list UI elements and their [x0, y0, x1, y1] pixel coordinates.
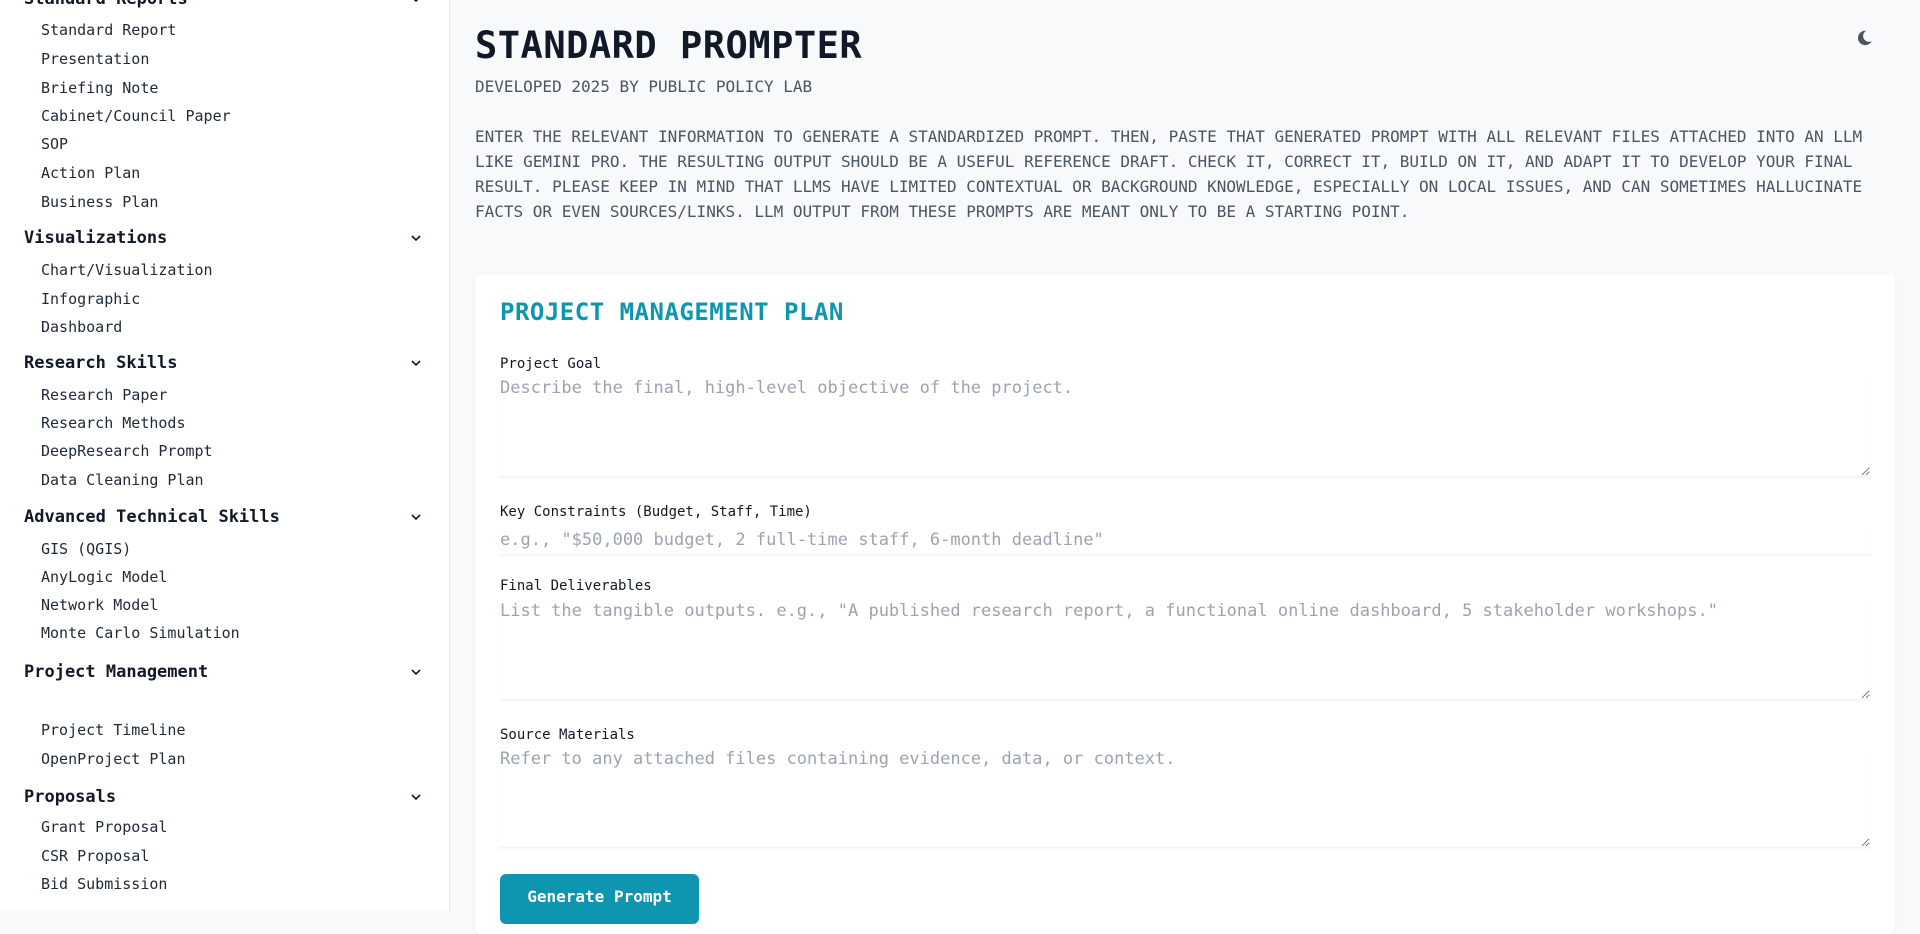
sidebar-item-data-cleaning-plan[interactable]: Data Cleaning Plan — [41, 470, 204, 490]
sidebar-item-monte-carlo-simulation[interactable]: Monte Carlo Simulation — [41, 623, 240, 643]
sidebar-item-cabinet-council-paper[interactable]: Cabinet/Council Paper — [41, 106, 231, 126]
section-title: Project Management — [24, 662, 209, 682]
section-proposals[interactable]: Proposals — [24, 784, 422, 810]
chevron-down-icon — [410, 791, 422, 803]
key-constraints-label: Key Constraints (Budget, Staff, Time) — [500, 504, 812, 520]
sidebar-item-business-plan[interactable]: Business Plan — [41, 192, 158, 212]
section-title: Visualizations — [24, 228, 168, 248]
chevron-down-icon — [410, 357, 422, 369]
form-title: PROJECT MANAGEMENT PLAN — [500, 298, 844, 326]
sidebar-item-bid-submission[interactable]: Bid Submission — [41, 874, 167, 894]
moon-icon[interactable] — [1852, 26, 1876, 50]
sidebar-item-infographic[interactable]: Infographic — [41, 289, 140, 309]
section-advanced-technical-skills[interactable]: Advanced Technical Skills — [24, 504, 422, 530]
section-title: Advanced Technical Skills — [24, 507, 280, 527]
sidebar-item-gis-qgis[interactable]: GIS (QGIS) — [41, 539, 131, 559]
page-title: STANDARD PROMPTER — [475, 24, 863, 67]
sidebar-item-briefing-note[interactable]: Briefing Note — [41, 78, 158, 98]
chevron-down-icon — [410, 666, 422, 678]
final-deliverables-input[interactable] — [500, 601, 1870, 700]
sidebar-item-research-methods[interactable]: Research Methods — [41, 413, 186, 433]
intro-text: ENTER THE RELEVANT INFORMATION TO GENERA… — [475, 127, 1863, 221]
sidebar-item-grant-proposal[interactable]: Grant Proposal — [41, 817, 167, 837]
source-materials-label: Source Materials — [500, 727, 635, 743]
section-title: Research Skills — [24, 353, 178, 373]
project-goal-label: Project Goal — [500, 356, 602, 372]
sidebar-item-deepresearch-prompt[interactable]: DeepResearch Prompt — [41, 441, 213, 461]
section-research-skills[interactable]: Research Skills — [24, 350, 422, 376]
chevron-down-icon — [410, 511, 422, 523]
sidebar-item-openproject-plan[interactable]: OpenProject Plan — [41, 749, 186, 769]
sidebar-item-anylogic-model[interactable]: AnyLogic Model — [41, 567, 167, 587]
section-visualizations[interactable]: Visualizations — [24, 225, 422, 251]
sidebar-item-csr-proposal[interactable]: CSR Proposal — [41, 846, 149, 866]
sidebar-item-sop[interactable]: SOP — [41, 134, 68, 154]
section-title: Standard Reports — [24, 0, 188, 9]
main-content: STANDARD PROMPTER DEVELOPED 2025 BY PUBL… — [450, 0, 1920, 934]
sidebar-item-chart-visualization[interactable]: Chart/Visualization — [41, 260, 213, 280]
sidebar-item-network-model[interactable]: Network Model — [41, 595, 158, 615]
key-constraints-input[interactable] — [500, 526, 1870, 555]
sidebar-item-standard-report[interactable]: Standard Report — [41, 20, 176, 40]
chevron-down-icon — [410, 0, 422, 5]
sidebar-item-research-paper[interactable]: Research Paper — [41, 385, 167, 405]
page-subtitle: DEVELOPED 2025 BY PUBLIC POLICY LAB — [475, 77, 813, 96]
project-goal-input[interactable] — [500, 378, 1870, 477]
section-title: Proposals — [24, 787, 117, 807]
final-deliverables-label: Final Deliverables — [500, 578, 652, 594]
sidebar-item-dashboard[interactable]: Dashboard — [41, 317, 122, 337]
sidebar-item-presentation[interactable]: Presentation — [41, 49, 149, 69]
generate-prompt-button[interactable]: Generate Prompt — [500, 874, 699, 924]
sidebar: Standard Reports Standard Report Present… — [0, 0, 450, 910]
section-standard-reports[interactable]: Standard Reports — [24, 0, 422, 12]
form-card: PROJECT MANAGEMENT PLAN Project Goal Key… — [475, 274, 1895, 934]
source-materials-input[interactable] — [500, 749, 1870, 848]
chevron-down-icon — [410, 232, 422, 244]
section-project-management[interactable]: Project Management — [24, 659, 422, 685]
sidebar-item-project-timeline[interactable]: Project Timeline — [41, 720, 186, 740]
sidebar-item-action-plan[interactable]: Action Plan — [41, 163, 140, 183]
